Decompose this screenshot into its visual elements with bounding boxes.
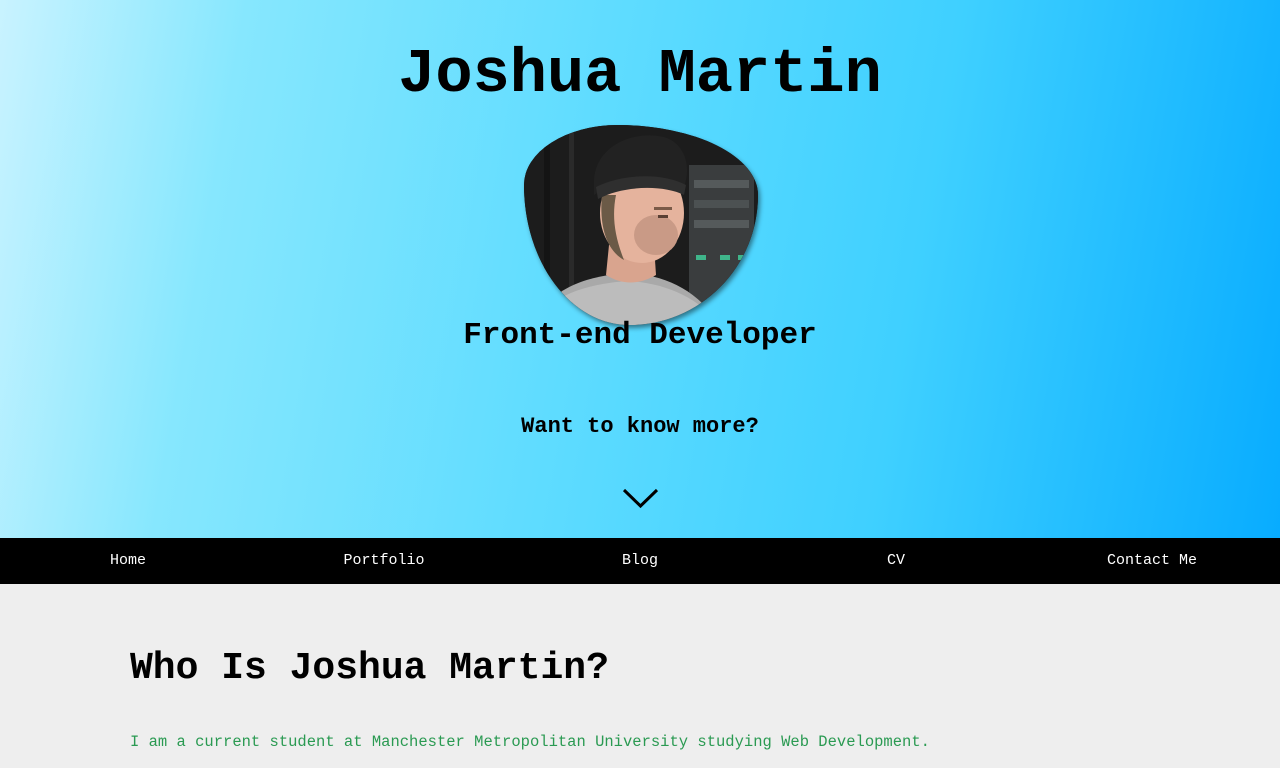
nav-item-contact-me[interactable]: Contact Me	[1024, 538, 1280, 584]
nav-item-blog[interactable]: Blog	[512, 538, 768, 584]
nav-item-home[interactable]: Home	[0, 538, 256, 584]
about-text: I am a current student at Manchester Met…	[130, 733, 930, 751]
more-prompt: Want to know more?	[521, 414, 759, 439]
about-heading: Who Is Joshua Martin?	[130, 647, 609, 690]
hero-subtitle: Front-end Developer	[463, 318, 817, 353]
page-title: Joshua Martin	[398, 39, 882, 110]
nav-item-cv[interactable]: CV	[768, 538, 1024, 584]
about-section: Who Is Joshua Martin? I am a current stu…	[0, 584, 1280, 768]
profile-photo	[524, 125, 758, 325]
nav-item-portfolio[interactable]: Portfolio	[256, 538, 512, 584]
hero-section: Joshua Martin Front-end Developer Want t…	[0, 0, 1280, 538]
chevron-down-icon[interactable]	[622, 486, 659, 512]
main-nav: Home Portfolio Blog CV Contact Me	[0, 538, 1280, 584]
